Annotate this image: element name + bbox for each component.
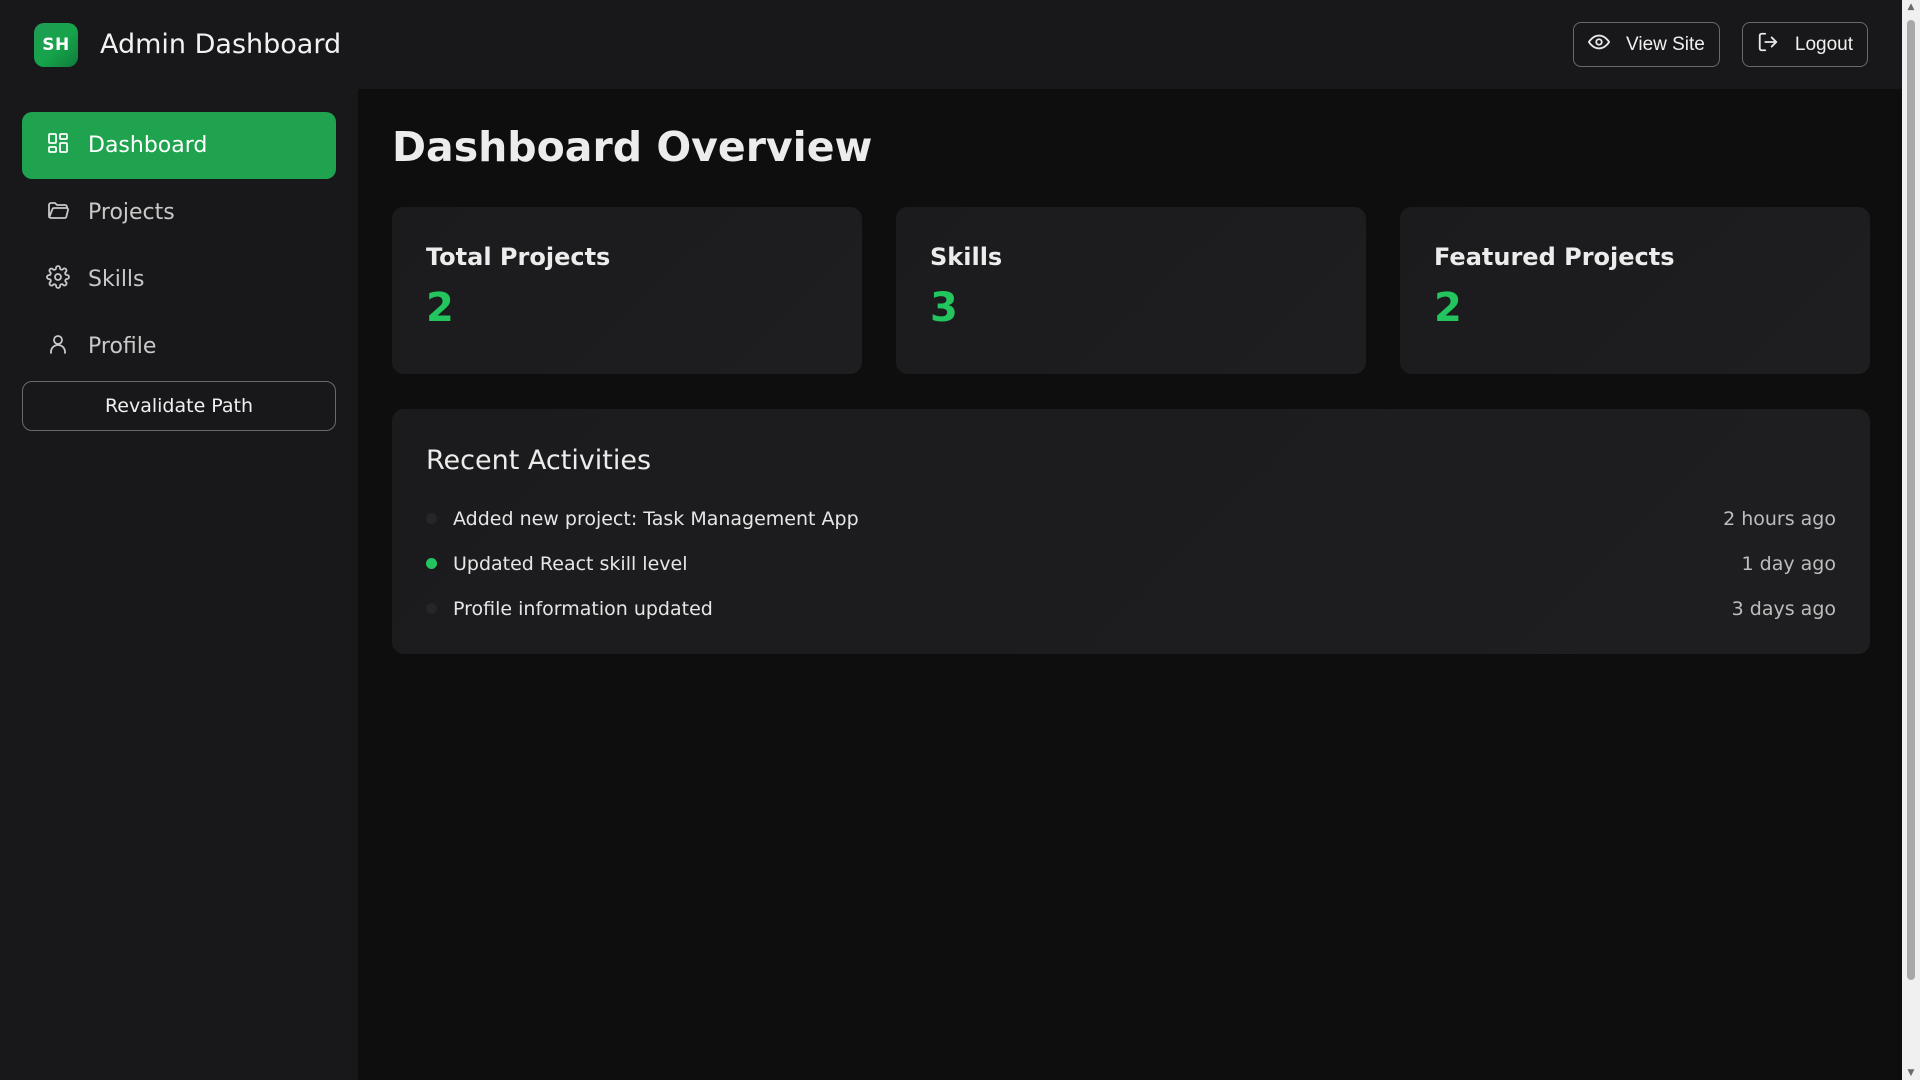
sidebar-item-skills[interactable]: Skills	[22, 246, 336, 313]
logo-badge: SH	[34, 22, 78, 67]
activity-text: Added new project: Task Management App	[453, 507, 859, 530]
brand: SH Admin Dashboard	[34, 22, 342, 67]
sidebar-item-dashboard[interactable]: Dashboard	[22, 112, 336, 179]
activity-time: 2 hours ago	[1723, 507, 1836, 530]
logout-label: Logout	[1794, 33, 1853, 55]
stat-value: 2	[1434, 285, 1462, 331]
logout-icon	[1757, 31, 1779, 59]
logout-button[interactable]: Logout	[1741, 22, 1868, 67]
app-root: SH Admin Dashboard View Site Logout Dash…	[0, 0, 1920, 1080]
stat-card-featured-projects: Featured Projects 2	[1400, 207, 1870, 374]
stats-row: Total Projects 2 Skills 3 Featured Proje…	[392, 207, 1870, 374]
recent-activities-title: Recent Activities	[426, 445, 652, 476]
status-dot	[426, 513, 437, 524]
sidebar-item-label: Dashboard	[88, 133, 208, 158]
view-site-label: View Site	[1626, 33, 1705, 55]
sidebar-item-profile[interactable]: Profile	[22, 313, 336, 380]
sidebar-item-label: Profile	[88, 334, 157, 359]
activity-time: 3 days ago	[1731, 597, 1836, 620]
page-scrollbar[interactable]: ▲ ▼	[1902, 0, 1920, 1080]
top-header: SH Admin Dashboard View Site Logout	[0, 0, 1902, 89]
revalidate-path-button[interactable]: Revalidate Path	[22, 381, 336, 431]
list-item: Added new project: Task Management App 2…	[426, 496, 1836, 541]
scroll-up-icon[interactable]: ▲	[1906, 2, 1916, 12]
app-title: Admin Dashboard	[100, 29, 342, 60]
sidebar: Dashboard Projects Skills Profile Revali…	[0, 89, 358, 1080]
activity-left: Added new project: Task Management App	[426, 508, 859, 530]
folder-icon	[46, 198, 70, 228]
stat-card-skills: Skills 3	[896, 207, 1366, 374]
user-icon	[46, 332, 70, 362]
logo-text: SH	[42, 34, 70, 55]
eye-icon	[1588, 31, 1611, 59]
activity-list: Added new project: Task Management App 2…	[426, 496, 1836, 631]
activity-left: Updated React skill level	[426, 553, 688, 575]
activity-left: Profile information updated	[426, 598, 713, 620]
list-item: Updated React skill level 1 day ago	[426, 541, 1836, 586]
list-item: Profile information updated 3 days ago	[426, 586, 1836, 631]
sidebar-item-projects[interactable]: Projects	[22, 179, 336, 246]
sidebar-item-label: Skills	[88, 267, 145, 292]
header-actions: View Site Logout	[1573, 22, 1868, 67]
stat-label: Total Projects	[426, 243, 611, 271]
scroll-down-icon[interactable]: ▼	[1906, 1068, 1916, 1078]
stat-label: Skills	[930, 243, 1003, 271]
status-dot	[426, 558, 437, 569]
activity-text: Profile information updated	[453, 597, 713, 620]
sidebar-item-label: Projects	[88, 200, 175, 225]
view-site-button[interactable]: View Site	[1573, 22, 1720, 67]
scroll-thumb[interactable]	[1907, 20, 1915, 980]
stat-card-total-projects: Total Projects 2	[392, 207, 862, 374]
main-content: Dashboard Overview Total Projects 2 Skil…	[358, 89, 1902, 1080]
activity-time: 1 day ago	[1741, 552, 1836, 575]
recent-activities-card: Recent Activities Added new project: Tas…	[392, 409, 1870, 654]
page-title: Dashboard Overview	[392, 123, 873, 171]
status-dot	[426, 603, 437, 614]
activity-text: Updated React skill level	[453, 552, 688, 575]
grid-icon	[46, 131, 70, 161]
stat-value: 3	[930, 285, 958, 331]
stat-label: Featured Projects	[1434, 243, 1675, 271]
stat-value: 2	[426, 285, 454, 331]
gear-icon	[46, 264, 70, 295]
